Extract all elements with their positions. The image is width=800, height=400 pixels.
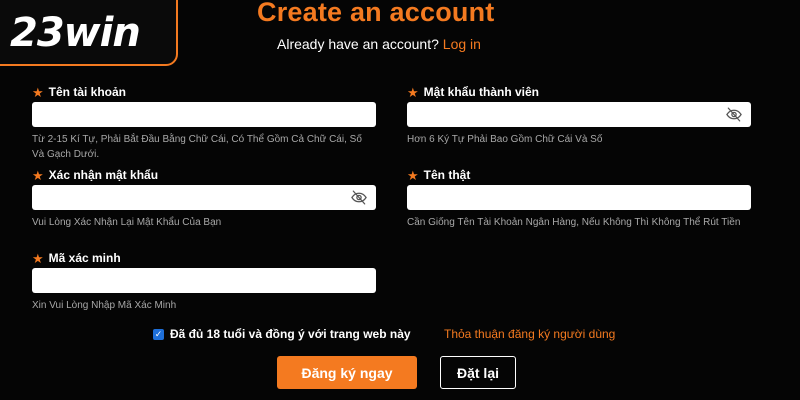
password-label: Mật khẩu thành viên [423, 85, 540, 99]
logo-text: 23win [10, 10, 141, 56]
eye-slash-icon[interactable] [725, 106, 743, 123]
confirm-password-field-box [32, 185, 376, 210]
confirm-password-label-row: ★ Xác nhận mật khẩu [32, 167, 376, 183]
verify-code-label: Mã xác minh [48, 251, 121, 265]
confirm-password-label: Xác nhận mật khẩu [48, 168, 159, 182]
required-star-icon: ★ [32, 84, 44, 100]
required-star-icon: ★ [32, 167, 44, 183]
required-star-icon: ★ [407, 84, 419, 100]
register-button[interactable]: Đăng ký ngay [277, 356, 417, 389]
username-label: Tên tài khoản [48, 85, 126, 99]
reset-button[interactable]: Đặt lại [440, 356, 516, 389]
confirm-password-group: ★ Xác nhận mật khẩu Vui Lòng Xác Nhận Lạ… [32, 167, 376, 230]
page-title: Create an account [257, 0, 495, 27]
real-name-label-row: ★ Tên thật [407, 167, 751, 183]
required-star-icon: ★ [32, 250, 44, 266]
agreement-row: ✓ Đã đủ 18 tuổi và đồng ý với trang web … [153, 327, 411, 341]
verify-code-label-row: ★ Mã xác minh [32, 250, 376, 266]
password-group: ★ Mật khẩu thành viên Hơn 6 Ký Tự Phải B… [407, 84, 751, 147]
username-label-row: ★ Tên tài khoản [32, 84, 376, 100]
login-prompt-line: Already have an account? Log in [277, 36, 481, 52]
verify-code-hint: Xin Vui Lòng Nhập Mã Xác Minh [32, 300, 177, 311]
confirm-password-hint: Vui Lòng Xác Nhận Lại Mật Khẩu Của Bạn [32, 217, 222, 228]
username-input[interactable] [32, 102, 376, 127]
real-name-hint: Cần Giống Tên Tài Khoản Ngân Hàng, Nếu K… [407, 217, 741, 228]
username-hint: Từ 2-15 Kí Tự, Phải Bắt Đầu Bằng Chữ Cái… [32, 134, 362, 160]
terms-link[interactable]: Thỏa thuận đăng ký người dùng [444, 327, 615, 341]
real-name-group: ★ Tên thật Cần Giống Tên Tài Khoản Ngân … [407, 167, 751, 230]
password-input[interactable] [407, 102, 751, 127]
username-group: ★ Tên tài khoản Từ 2-15 Kí Tự, Phải Bắt … [32, 84, 376, 162]
username-field-box [32, 102, 376, 127]
login-prompt: Already have an account? [277, 36, 439, 52]
verify-code-group: ★ Mã xác minh Xin Vui Lòng Nhập Mã Xác M… [32, 250, 376, 313]
password-label-row: ★ Mật khẩu thành viên [407, 84, 751, 100]
verify-code-field-box [32, 268, 376, 293]
confirm-password-input[interactable] [32, 185, 376, 210]
required-star-icon: ★ [407, 167, 419, 183]
agree-checkbox[interactable]: ✓ [153, 328, 164, 340]
logo: 23win [0, 0, 178, 66]
password-hint: Hơn 6 Ký Tự Phải Bao Gồm Chữ Cái Và Số [407, 134, 603, 145]
password-field-box [407, 102, 751, 127]
verify-code-input[interactable] [32, 268, 376, 293]
real-name-input[interactable] [407, 185, 751, 210]
eye-slash-icon[interactable] [350, 189, 368, 206]
real-name-label: Tên thật [423, 168, 471, 182]
login-link[interactable]: Log in [443, 36, 481, 52]
real-name-field-box [407, 185, 751, 210]
agreement-text: Đã đủ 18 tuổi và đồng ý với trang web nà… [170, 327, 411, 341]
